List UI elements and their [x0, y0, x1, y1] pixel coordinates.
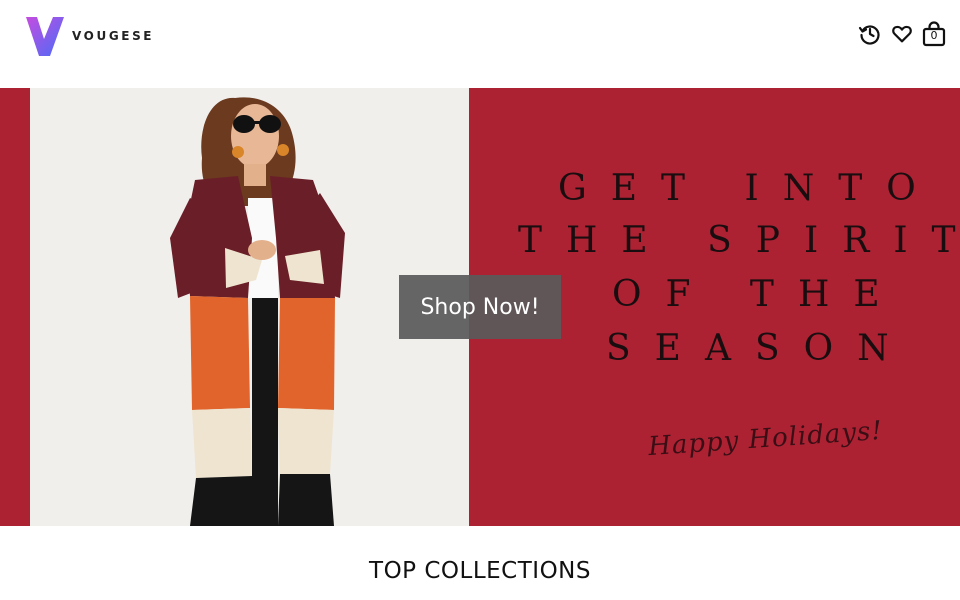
wishlist-button[interactable]: [890, 20, 914, 48]
cart-count-badge: 0: [930, 29, 938, 42]
brand-name: VOUGESE: [72, 29, 155, 43]
history-button[interactable]: [858, 20, 882, 48]
history-icon: [858, 25, 880, 45]
heart-icon: [892, 25, 912, 43]
top-collections-heading: TOP COLLECTIONS: [369, 558, 591, 584]
shop-now-button[interactable]: Shop Now!: [399, 275, 561, 339]
headline-line-4: SEASON: [606, 328, 913, 369]
headline-line-1: GET INTO: [558, 168, 940, 209]
brand-logo[interactable]: VOUGESE: [24, 14, 154, 58]
cart-button[interactable]: 0: [922, 20, 946, 48]
brand-logo-mark-icon: [26, 17, 64, 56]
hero-banner[interactable]: GET INTO THE SPIRIT OF THE SEASON Happy …: [0, 88, 960, 526]
headline-line-3: OF THE: [612, 274, 904, 315]
site-header: VOUGESE 0: [0, 0, 960, 88]
header-actions: 0: [858, 20, 946, 48]
headline-line-2: THE SPIRIT: [518, 220, 960, 261]
hero-script-text: Happy Holidays!: [647, 415, 884, 463]
